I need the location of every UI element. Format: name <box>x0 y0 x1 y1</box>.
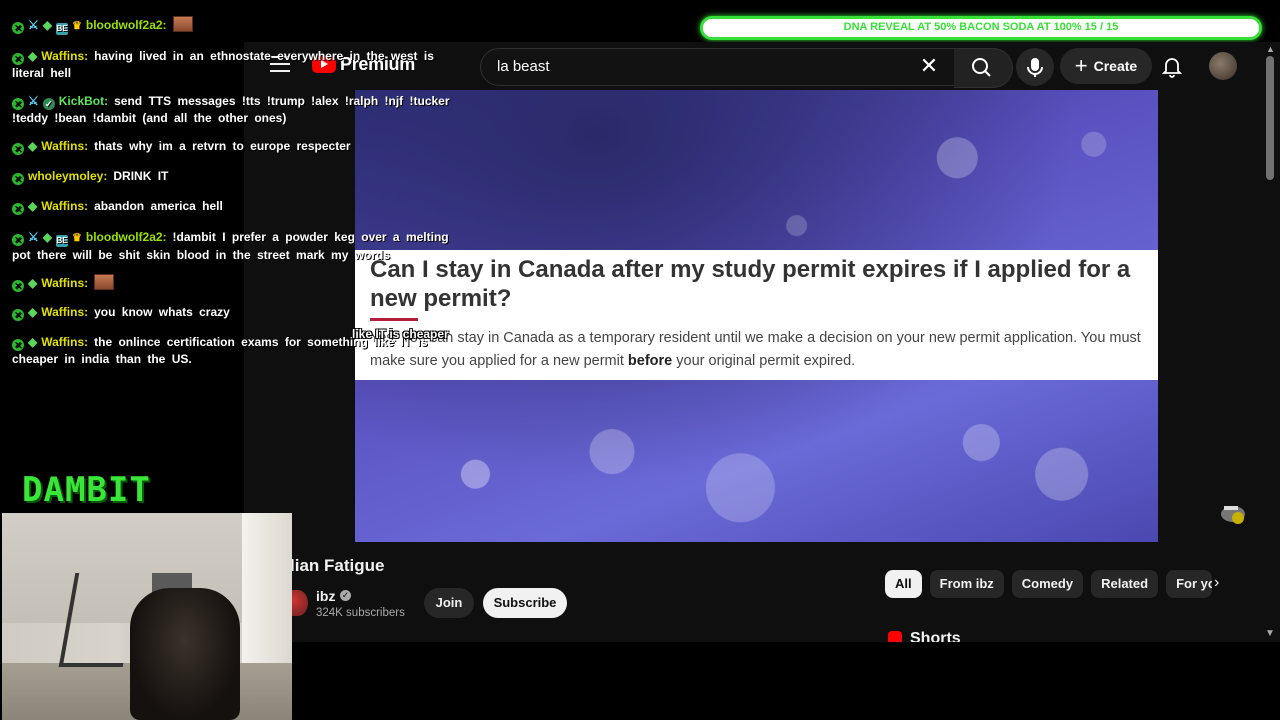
mod-badge-icon: ✕ <box>12 53 24 65</box>
verified-badge-icon: ✓ <box>340 590 351 601</box>
overlay-caption: like IT is cheaper <box>352 327 449 341</box>
dia-badge-icon: ◆ <box>28 276 38 290</box>
microphone-icon <box>1027 58 1043 77</box>
chat-username[interactable]: Waffins: <box>41 49 88 63</box>
video-content-body: Yes. You can stay in Canada as a tempora… <box>370 327 1150 373</box>
chat-username[interactable]: Waffins: <box>41 335 88 349</box>
mod-badge-icon: ✕ <box>12 22 24 34</box>
join-button[interactable]: Join <box>424 588 474 618</box>
subscriber-count: 324K subscribers <box>316 607 405 619</box>
chat-username[interactable]: Waffins: <box>41 305 88 319</box>
channel-name[interactable]: ibz <box>316 588 335 604</box>
scroll-up-arrow-icon[interactable]: ▲ <box>1266 44 1275 54</box>
chip-related[interactable]: Related <box>1091 570 1159 598</box>
box-badge-icon: BE <box>56 23 68 35</box>
webcam-chair <box>130 588 240 720</box>
search-button[interactable] <box>954 48 1013 88</box>
mod-badge-icon: ✕ <box>12 143 24 155</box>
chat-message: ✕ ⚔ ✓ KickBot: send TTS messages !tts !trump… <box>12 93 458 127</box>
mascot-icon <box>1218 498 1248 528</box>
dia-badge-icon: ◆ <box>42 230 52 244</box>
chat-username[interactable]: Waffins: <box>41 276 88 290</box>
chip-for-you[interactable]: For yo <box>1166 570 1213 598</box>
mod-badge-icon: ✕ <box>12 234 24 246</box>
dia-badge-icon: ◆ <box>28 199 38 213</box>
page-scrollbar[interactable] <box>1266 56 1274 180</box>
dia-badge-icon: ◆ <box>28 49 38 63</box>
crown-badge-icon: ♛ <box>72 20 82 32</box>
chat-message: ✕ ◆ Waffins: <box>12 274 458 292</box>
chat-text: thats why im a retvrn to europe respecte… <box>94 139 351 153</box>
body-text-2: your original permit expired. <box>672 353 856 369</box>
chat-username[interactable]: Waffins: <box>41 199 88 213</box>
chat-message: ✕ ◆ Waffins: having lived in an ethnostate … <box>12 48 458 82</box>
subscribe-button[interactable]: Subscribe <box>483 588 567 618</box>
search-input[interactable] <box>495 57 899 76</box>
chat-emote-icon <box>94 274 115 290</box>
video-title: lian Fatigue <box>290 556 385 575</box>
shorts-icon <box>888 631 902 642</box>
search-icon <box>972 58 991 77</box>
chat-message: ✕ wholeymoley: DRINK IT <box>12 168 458 185</box>
chat-username[interactable]: bloodwolf2a2: <box>86 230 167 244</box>
chat-username[interactable]: Waffins: <box>41 139 88 153</box>
stream-logo: DAMBIT <box>22 470 151 510</box>
plus-icon: + <box>1074 53 1088 78</box>
goal-progress-text: DNA REVEAL AT 50% BACON SODA AT 100% 15 … <box>843 21 1119 33</box>
chevron-right-icon[interactable]: › <box>1214 574 1219 592</box>
dia-badge-icon: ◆ <box>42 18 52 32</box>
chat-username[interactable]: wholeymoley: <box>28 169 107 183</box>
sword-badge-icon: ⚔ <box>28 94 39 108</box>
account-avatar[interactable] <box>1209 52 1237 80</box>
goal-progress-banner: DNA REVEAL AT 50% BACON SODA AT 100% 15 … <box>700 16 1262 40</box>
chat-message: ✕ ⚔ ◆ BE ♛ bloodwolf2a2: !dambit I prefer a po… <box>12 229 458 264</box>
mod-badge-icon: ✕ <box>12 339 24 351</box>
chip-all[interactable]: All <box>885 570 922 598</box>
chat-emote-icon <box>172 16 193 32</box>
check-badge-icon: ✓ <box>42 98 55 110</box>
search-box[interactable]: ✕ <box>480 48 956 86</box>
mod-badge-icon: ✕ <box>12 98 24 110</box>
mod-badge-icon: ✕ <box>12 173 24 185</box>
create-label: Create <box>1093 58 1138 74</box>
chat-text: abandon america hell <box>94 199 223 213</box>
chat-message: ✕ ◆ Waffins: abandon america hell <box>12 198 458 215</box>
chat-text: you know whats crazy <box>94 305 230 319</box>
chat-username[interactable]: bloodwolf2a2: <box>86 18 167 32</box>
body-text-bold: before <box>627 353 673 369</box>
notifications-bell-icon[interactable] <box>1160 54 1184 78</box>
create-button[interactable]: + Create <box>1060 48 1152 84</box>
dia-badge-icon: ◆ <box>28 305 38 319</box>
shorts-label: Shorts <box>910 630 961 642</box>
mod-badge-icon: ✕ <box>12 203 24 215</box>
video-content-card: Can I stay in Canada after my study perm… <box>355 250 1158 380</box>
shorts-shelf-header: Shorts <box>888 630 961 642</box>
dia-badge-icon: ◆ <box>28 139 38 153</box>
related-chips: All From ibz Comedy Related For yo <box>885 570 1213 598</box>
clear-search-icon[interactable]: ✕ <box>919 55 939 77</box>
chat-message: ✕ ◆ Waffins: thats why im a retvrn to europ… <box>12 138 458 155</box>
voice-search-button[interactable] <box>1016 48 1054 86</box>
webcam-feed <box>2 513 292 720</box>
sword-badge-icon: ⚔ <box>28 18 39 32</box>
webcam-window <box>242 513 292 663</box>
box-badge-icon: BE <box>56 235 68 247</box>
chip-from-channel[interactable]: From ibz <box>929 570 1004 598</box>
scroll-down-arrow-icon[interactable]: ▼ <box>1265 628 1275 639</box>
sword-badge-icon: ⚔ <box>28 230 39 244</box>
chat-message: ✕ ◆ Waffins: you know whats crazy <box>12 304 458 321</box>
video-player[interactable]: Can I stay in Canada after my study perm… <box>355 90 1158 542</box>
chat-message: ✕ ⚔ ◆ BE ♛ bloodwolf2a2: <box>12 16 458 35</box>
mod-badge-icon: ✕ <box>12 309 24 321</box>
mod-badge-icon: ✕ <box>12 280 24 292</box>
crown-badge-icon: ♛ <box>72 232 82 244</box>
dia-badge-icon: ◆ <box>28 335 38 349</box>
video-content-title: Can I stay in Canada after my study perm… <box>370 256 1131 312</box>
chat-username[interactable]: KickBot: <box>59 94 108 108</box>
chip-comedy[interactable]: Comedy <box>1011 570 1084 598</box>
chat-text: DRINK IT <box>113 169 169 183</box>
